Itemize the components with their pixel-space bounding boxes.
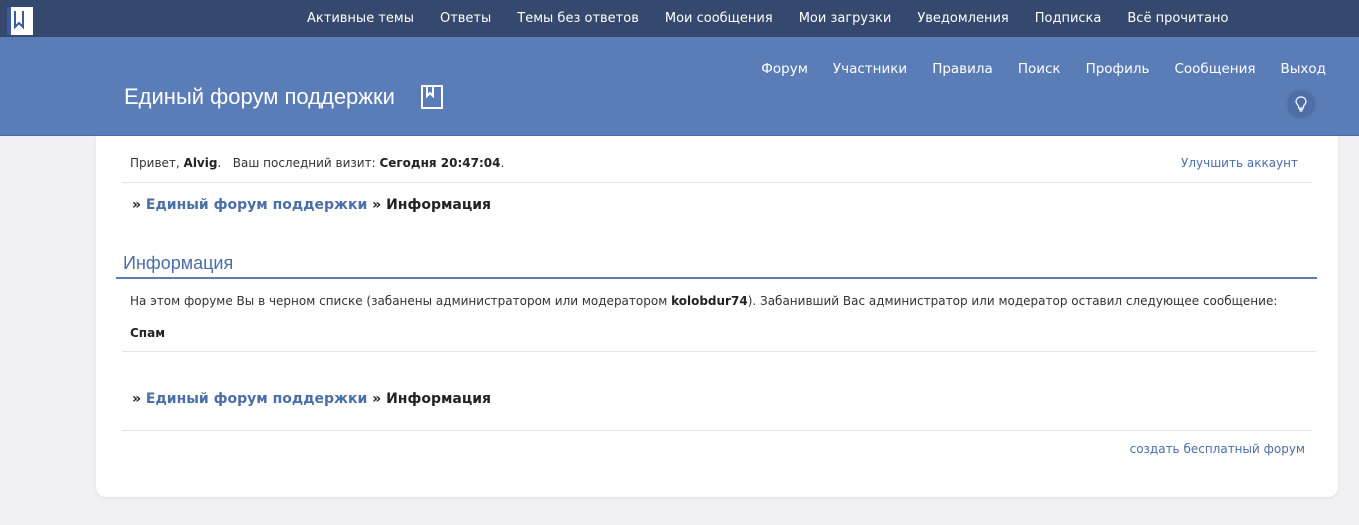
breadcrumb-current: Информация (386, 391, 492, 407)
nav-logout[interactable]: Выход (1280, 61, 1326, 77)
breadcrumb-bottom: » Единый форум поддержки » Информация (132, 391, 491, 407)
heading-underline (116, 277, 1317, 279)
breadcrumb-forum-link[interactable]: Единый форум поддержки (146, 197, 367, 213)
topnav-subscription[interactable]: Подписка (1035, 11, 1102, 26)
breadcrumb-current: Информация (386, 197, 492, 213)
ban-text-before: На этом форуме Вы в черном списке (забан… (130, 294, 672, 308)
topnav-mark-all-read[interactable]: Всё прочитано (1127, 11, 1228, 26)
breadcrumb: » Единый форум поддержки » Информация (132, 197, 491, 213)
main-nav: Форум Участники Правила Поиск Профиль Со… (736, 61, 1326, 77)
topnav-my-uploads[interactable]: Мои загрузки (799, 11, 892, 26)
breadcrumb-separator: » (132, 197, 142, 213)
create-free-forum-link[interactable]: создать бесплатный форум (1130, 442, 1305, 456)
greeting-text: Привет, (130, 156, 180, 170)
last-visit-value: Сегодня 20:47:04 (379, 156, 501, 170)
info-heading: Информация (123, 253, 234, 273)
topnav-my-posts[interactable]: Мои сообщения (665, 11, 773, 26)
divider (122, 430, 1312, 431)
nav-forum[interactable]: Форум (761, 61, 808, 77)
divider (122, 351, 1316, 352)
nav-members[interactable]: Участники (833, 61, 907, 77)
nav-profile[interactable]: Профиль (1086, 61, 1150, 77)
topnav-notifications[interactable]: Уведомления (917, 11, 1008, 26)
topnav-replies[interactable]: Ответы (440, 11, 491, 26)
lightbulb-icon[interactable] (1288, 91, 1314, 117)
welcome-line: Привет, Alvig. Ваш последний визит: Сего… (130, 156, 504, 170)
moderator-name[interactable]: kolobdur74 (671, 294, 748, 308)
top-nav-links: Активные темы Ответы Темы без ответов Мо… (294, 0, 1241, 37)
breadcrumb-forum-link[interactable]: Единый форум поддержки (146, 391, 367, 407)
divider (122, 182, 1312, 183)
topnav-active-topics[interactable]: Активные темы (307, 11, 414, 26)
ban-reason: Спам (130, 326, 166, 340)
content-card: Привет, Alvig. Ваш последний визит: Сего… (96, 136, 1338, 497)
nav-rules[interactable]: Правила (932, 61, 993, 77)
username[interactable]: Alvig (184, 156, 218, 170)
forum-header: Единый форум поддержки Форум Участники П… (0, 37, 1359, 136)
ban-text-after: ). Забанивший Вас администратор или моде… (747, 294, 1278, 308)
upgrade-account-link[interactable]: Улучшить аккаунт (1181, 156, 1298, 170)
top-navbar: Активные темы Ответы Темы без ответов Мо… (0, 0, 1359, 37)
forum-logo-icon[interactable] (7, 7, 33, 35)
bookmark-icon[interactable] (421, 85, 443, 113)
breadcrumb-separator: » (372, 197, 382, 213)
nav-search[interactable]: Поиск (1018, 61, 1061, 77)
breadcrumb-separator: » (372, 391, 382, 407)
last-visit-label: Ваш последний визит: (232, 156, 376, 170)
last-visit-dot: . (500, 156, 505, 170)
greeting-dot: . (217, 156, 222, 170)
ban-message: На этом форуме Вы в черном списке (забан… (130, 294, 1277, 308)
topnav-unanswered[interactable]: Темы без ответов (517, 11, 639, 26)
nav-messages[interactable]: Сообщения (1174, 61, 1255, 77)
breadcrumb-separator: » (132, 391, 142, 407)
forum-title[interactable]: Единый форум поддержки (124, 84, 395, 110)
